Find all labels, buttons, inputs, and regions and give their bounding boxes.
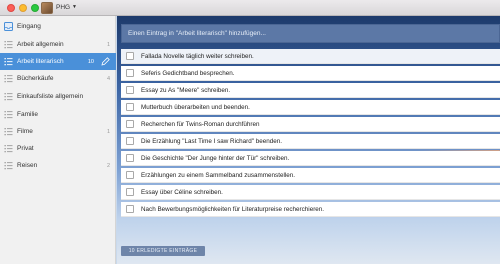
sidebar-item-label: Filme (17, 128, 33, 135)
list-icon (4, 41, 13, 49)
task-row[interactable]: Die Geschichte "Der Junge hinter der Tür… (121, 151, 500, 166)
sidebar-item-reisen[interactable]: Reisen 2 (0, 157, 116, 174)
list-icon (4, 111, 13, 119)
task-checkbox[interactable] (126, 69, 134, 77)
close-window-button[interactable] (7, 4, 15, 12)
title-bar: PHG ▼ (0, 0, 500, 16)
task-checkbox[interactable] (126, 86, 134, 94)
task-checkbox[interactable] (126, 171, 134, 179)
inbox-icon (4, 22, 13, 31)
sidebar-item-count: 10 (87, 58, 94, 65)
task-row[interactable]: Mutterbuch überarbeiten und beenden. (121, 100, 500, 115)
task-title[interactable]: Essay zu As "Meere" schreiben. (141, 87, 230, 94)
task-title[interactable]: Mutterbuch überarbeiten und beenden. (141, 104, 250, 111)
minimize-window-button[interactable] (19, 4, 27, 12)
task-title[interactable]: Recherchen für Twins-Roman durchführen (141, 121, 260, 128)
list-icon (4, 75, 13, 83)
task-checkbox[interactable] (126, 205, 134, 213)
sidebar-item-privat[interactable]: Privat (0, 140, 116, 157)
task-row[interactable]: Recherchen für Twins-Roman durchführen (121, 117, 500, 132)
task-row[interactable]: Nach Bewerbungsmöglichkeiten für Literat… (121, 202, 500, 217)
sidebar-item-label: Reisen (17, 162, 38, 169)
task-row[interactable]: Seferis Gedichtband besprechen. (121, 66, 500, 81)
task-row[interactable]: Erzählungen zu einem Sammelband zusammen… (121, 168, 500, 183)
zoom-window-button[interactable] (31, 4, 39, 12)
list-icon (4, 93, 13, 101)
list-icon (4, 162, 13, 170)
add-task-input[interactable]: Einen Eintrag in "Arbeit literarisch" hi… (121, 24, 500, 43)
task-title[interactable]: Seferis Gedichtband besprechen. (141, 70, 234, 77)
sidebar: Eingang Arbeit allgemein 1 Arbeit litera… (0, 16, 116, 264)
task-title[interactable]: Nach Bewerbungsmöglichkeiten für Literat… (141, 206, 324, 213)
task-title[interactable]: Erzählungen zu einem Sammelband zusammen… (141, 172, 295, 179)
sidebar-item-buecherkaeufe[interactable]: Bücherkäufe 4 (0, 70, 116, 87)
sidebar-item-label: Bücherkäufe (17, 75, 54, 82)
task-row[interactable]: Fallada Novelle täglich weiter schreiben… (121, 49, 500, 64)
task-title[interactable]: Fallada Novelle täglich weiter schreiben… (141, 53, 254, 60)
task-checkbox[interactable] (126, 188, 134, 196)
task-checkbox[interactable] (126, 154, 134, 162)
list-icon (4, 145, 13, 153)
sidebar-item-arbeit-literarisch[interactable]: Arbeit literarisch 10 (0, 53, 116, 70)
sidebar-item-count: 2 (106, 162, 110, 169)
show-completed-button[interactable]: 10 ERLEDIGTE EINTRÄGE (121, 246, 205, 256)
main-pane: Einen Eintrag in "Arbeit literarisch" hi… (117, 16, 500, 264)
sidebar-item-label: Eingang (17, 23, 41, 30)
sidebar-item-eingang[interactable]: Eingang (0, 18, 116, 35)
list-icon (4, 128, 13, 136)
sidebar-item-count: 1 (106, 41, 110, 48)
task-checkbox[interactable] (126, 137, 134, 145)
task-row[interactable]: Essay über Céline schreiben. (121, 185, 500, 200)
task-row[interactable]: Essay zu As "Meere" schreiben. (121, 83, 500, 98)
task-checkbox[interactable] (126, 52, 134, 60)
pencil-icon[interactable] (100, 56, 111, 67)
task-checkbox[interactable] (126, 120, 134, 128)
task-title[interactable]: Die Erzählung "Last Time I saw Richard" … (141, 138, 282, 145)
task-row[interactable]: Die Erzählung "Last Time I saw Richard" … (121, 134, 500, 149)
task-title[interactable]: Essay über Céline schreiben. (141, 189, 223, 196)
sidebar-item-filme[interactable]: Filme 1 (0, 123, 116, 140)
user-name[interactable]: PHG (56, 4, 70, 11)
sidebar-item-arbeit-allgemein[interactable]: Arbeit allgemein 1 (0, 36, 116, 53)
sidebar-item-label: Arbeit literarisch (17, 58, 64, 65)
chevron-down-icon[interactable]: ▼ (72, 4, 77, 10)
sidebar-item-label: Arbeit allgemein (17, 41, 64, 48)
sidebar-item-count: 4 (106, 75, 110, 82)
task-title[interactable]: Die Geschichte "Der Junge hinter der Tür… (141, 155, 289, 162)
avatar[interactable] (41, 2, 53, 14)
sidebar-item-einkaufsliste[interactable]: Einkaufsliste allgemein (0, 88, 116, 105)
sidebar-item-label: Familie (17, 111, 38, 118)
list-icon (4, 58, 13, 66)
sidebar-item-label: Privat (17, 145, 34, 152)
sidebar-item-label: Einkaufsliste allgemein (17, 93, 84, 100)
task-checkbox[interactable] (126, 103, 134, 111)
sidebar-item-count: 1 (106, 128, 110, 135)
sidebar-item-familie[interactable]: Familie (0, 106, 116, 123)
